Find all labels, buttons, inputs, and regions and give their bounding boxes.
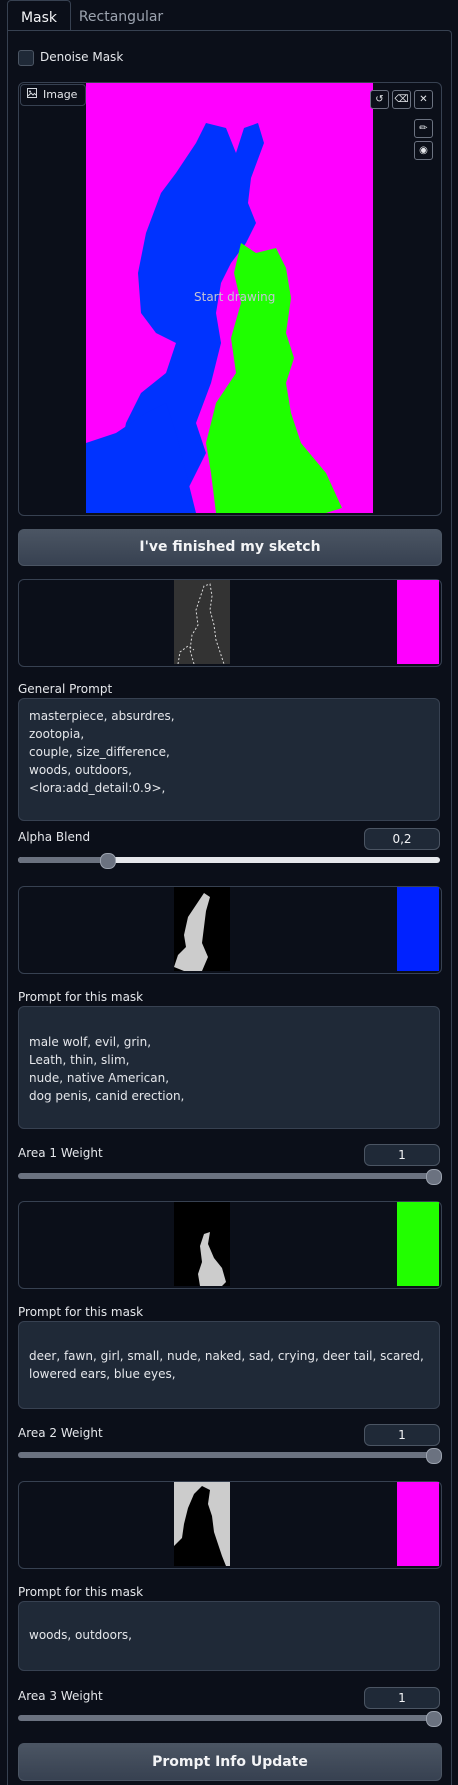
area-weight-thumb[interactable] — [426, 1448, 442, 1464]
area-weight-number[interactable]: 1 — [364, 1687, 440, 1709]
tab-rectangular[interactable]: Rectangular — [76, 0, 166, 30]
tab-bar: Mask Rectangular — [0, 0, 458, 31]
denoise-mask-checkbox[interactable] — [18, 50, 34, 66]
prompt-info-update-button[interactable]: Prompt Info Update — [18, 1743, 442, 1781]
alpha-blend-fill — [18, 857, 106, 863]
area-weight-thumb[interactable] — [426, 1169, 442, 1185]
undo-icon[interactable]: ↺ — [370, 90, 389, 109]
area-weight-track[interactable] — [18, 1715, 440, 1721]
image-label-text: Image — [43, 88, 78, 101]
close-icon[interactable]: ✕ — [414, 90, 433, 109]
image-label: Image — [20, 84, 87, 106]
mask-prompt-textarea[interactable]: male wolf, evil, grin, Leath, thin, slim… — [18, 1006, 440, 1129]
mask-preview — [18, 579, 442, 667]
mask-color-swatch — [397, 887, 439, 971]
brush-icon[interactable]: ✏ — [414, 119, 433, 138]
mask-thumbnail — [174, 887, 230, 971]
mask-prompt-textarea[interactable]: deer, fawn, girl, small, nude, naked, sa… — [18, 1321, 440, 1409]
mask-color-swatch — [397, 580, 439, 664]
finish-sketch-button[interactable]: I've finished my sketch — [18, 529, 442, 566]
mask-color-swatch — [397, 1202, 439, 1286]
alpha-blend-label: Alpha Blend — [18, 830, 91, 844]
mask-preview — [18, 886, 442, 974]
general-prompt-textarea[interactable]: masterpiece, absurdres, zootopia, couple… — [18, 698, 440, 821]
area-weight-label: Area 1 Weight — [18, 1146, 103, 1160]
alpha-blend-number[interactable]: 0,2 — [364, 828, 440, 850]
area-weight-number[interactable]: 1 — [364, 1144, 440, 1166]
palette-icon[interactable]: ◉ — [414, 141, 433, 160]
mask-prompt-textarea[interactable]: woods, outdoors, — [18, 1601, 440, 1671]
mask-prompt-label: Prompt for this mask — [18, 990, 144, 1004]
area-weight-label: Area 2 Weight — [18, 1426, 103, 1440]
mask-prompt-label: Prompt for this mask — [18, 1305, 144, 1319]
mask-color-swatch — [397, 1482, 439, 1566]
area-weight-label: Area 3 Weight — [18, 1689, 103, 1703]
alpha-blend-thumb[interactable] — [100, 853, 116, 869]
mask-prompt-label: Prompt for this mask — [18, 1585, 144, 1599]
mask-thumbnail — [174, 1482, 230, 1566]
mask-thumbnail — [174, 1202, 230, 1286]
area-weight-thumb[interactable] — [426, 1711, 442, 1727]
area-weight-track[interactable] — [18, 1452, 440, 1458]
area-weight-track[interactable] — [18, 1173, 440, 1179]
canvas-placeholder: Start drawing — [194, 290, 276, 304]
mask-preview — [18, 1481, 442, 1569]
general-prompt-label: General Prompt — [18, 682, 113, 696]
tab-mask[interactable]: Mask — [7, 0, 71, 31]
area-weight-number[interactable]: 1 — [364, 1424, 440, 1446]
eraser-icon[interactable]: ⌫ — [392, 90, 411, 109]
denoise-mask-label: Denoise Mask — [40, 50, 124, 64]
image-icon — [27, 85, 37, 105]
mask-thumbnail — [174, 580, 230, 664]
mask-preview — [18, 1201, 442, 1289]
